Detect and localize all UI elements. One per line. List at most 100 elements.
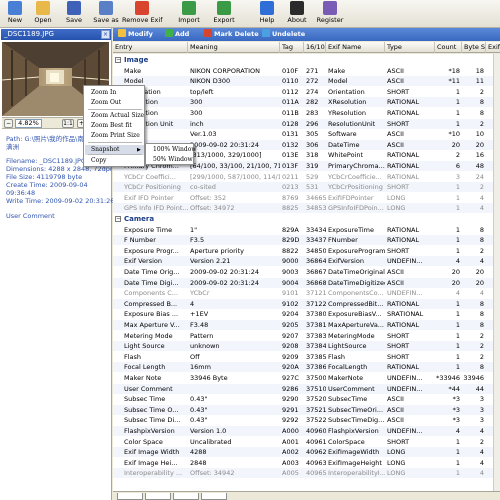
import-button[interactable]: Import — [176, 1, 202, 27]
table-row[interactable]: F Number F3.5 829D 33437 FNumber RATIONAL 1 8 — [113, 235, 500, 246]
bottom-tab-4[interactable] — [201, 493, 227, 500]
menu-item-zoom-print-size[interactable]: Zoom Print Size — [85, 131, 144, 141]
table-row[interactable]: Resolution Unit inch 0128 296 ResolutionUnit… — [113, 118, 500, 129]
table-row[interactable]: wareVer.1.030131305SoftwareASCII*1010 — [113, 129, 500, 139]
table-row[interactable]: GPS Info IFD Point... Offset: 34972 8825 34… — [113, 203, 500, 214]
about-button[interactable]: About — [285, 1, 309, 27]
bottom-tab-3[interactable] — [173, 493, 199, 500]
column-header-byte-si[interactable]: Byte Si... — [462, 42, 486, 53]
register-button[interactable]: Register — [313, 1, 347, 27]
bottom-tab-1[interactable] — [117, 493, 143, 500]
table-row[interactable]: Date Time Orig... 2009-09-02 20:31:24 9003… — [113, 267, 500, 277]
column-header-exif[interactable]: Exif ... — [486, 42, 500, 53]
table-row[interactable]: Date Time Digi... 2009-09-02 20:31:24 9004… — [113, 277, 500, 288]
open-label: Open — [34, 16, 52, 24]
cell-count: *3 — [452, 416, 460, 425]
column-header-exif-name[interactable]: Exif Name — [326, 42, 385, 53]
cell-entry: Exposure Bias ... — [124, 310, 179, 319]
bottom-tab-2[interactable] — [145, 493, 171, 500]
undelete-button[interactable]: Undelete — [262, 29, 305, 40]
cell-meaning: Offset: 34942 — [190, 469, 235, 478]
mark-delete-label: Mark Delete — [214, 30, 259, 38]
cell-bytes: 4 — [479, 427, 484, 435]
cell-tag: 9292 — [282, 416, 299, 425]
remove-exif-button[interactable]: Remove Exif — [122, 1, 163, 27]
column-header-entry[interactable]: Entry — [113, 42, 188, 53]
cell-tag: 011A — [282, 98, 299, 107]
modify-button[interactable]: Modify — [118, 29, 153, 40]
table-row[interactable]: Exif Image Hei... 2848 A003 40963 ExifImageH… — [113, 458, 500, 468]
table-row[interactable]: Exif IFD Pointer Offset: 352 8769 34665 Exif… — [113, 193, 500, 203]
add-button[interactable]: Add — [165, 29, 189, 40]
help-button[interactable]: Help — [254, 1, 280, 27]
table-row[interactable]: YCbCr Positioning co-sited 0213 531 YCbCrPos… — [113, 182, 500, 193]
table-row[interactable]: Exif Version Version 2.21 9000 36864 ExifVer… — [113, 256, 500, 267]
table-row[interactable]: Subsec Time 0.43" 9290 37520 SubsecTime ASCII… — [113, 394, 500, 404]
table-row[interactable]: Components C... YCbCr 9101 37121 ComponentsC… — [113, 288, 500, 298]
menu-item-zoom-best-fit[interactable]: Zoom Best fit — [85, 121, 144, 131]
cell-bytes: 2 — [479, 87, 484, 96]
table-row[interactable]: Resolution300011A282XResolutionRATIONAL1… — [113, 97, 500, 108]
table-row[interactable]: Color Space Uncalibrated A001 40961 ColorSpa… — [113, 437, 500, 447]
column-header-tag[interactable]: Tag — [280, 42, 304, 53]
cell-exif: DateTimeOriginal — [328, 268, 385, 276]
table-row[interactable]: Subsec Time O... 0.43" 9291 37521 SubsecTime… — [113, 404, 500, 415]
cell-tag: 920A — [282, 363, 299, 372]
table-row[interactable]: Model NIKON D300 0110 272 Model ASCII *11 11 — [113, 76, 500, 87]
menu-item-copy[interactable]: Copy — [85, 156, 144, 166]
column-header-type[interactable]: Type — [385, 42, 435, 53]
new-button[interactable]: New — [3, 1, 27, 27]
cell-meaning: 1" — [190, 225, 198, 234]
table-row[interactable]: User Comment 9286 37510 UserComment UNDEFIN.… — [113, 383, 500, 394]
table-row[interactable]: Max Aperture V... F3.48 9205 37381 MaxApertu… — [113, 320, 500, 330]
column-header-meaning[interactable]: Meaning — [188, 42, 280, 53]
table-row[interactable]: Exposure Time 1" 829A 33434 ExposureTime RATI… — [113, 225, 500, 235]
table-row[interactable]: Exposure Bias ... +1EV 9204 37380 ExposureBi… — [113, 309, 500, 319]
zoom-actual-button[interactable]: 1:1 — [62, 119, 74, 128]
zoom-level-field[interactable]: 4.82% — [15, 119, 42, 128]
table-row[interactable]: Subsec Time Di... 0.43" 9292 37522 SubsecTim… — [113, 415, 500, 425]
column-header-16-10[interactable]: 16/10 — [304, 42, 326, 53]
group-row-image[interactable]: − Image — [113, 55, 500, 65]
table-row[interactable]: Flash Off 9209 37385 Flash SHORT 1 2 — [113, 352, 500, 362]
collapse-toggle-icon[interactable]: − — [115, 57, 121, 63]
table-row[interactable]: YCbCr Coeffici... [299/1000, 587/1000, 11… — [113, 172, 500, 182]
table-row[interactable]: Resolution300011B283YResolutionRATIONAL1… — [113, 108, 500, 118]
table-row[interactable]: Light Source unknown 9208 37384 LightSource S… — [113, 341, 500, 352]
undelete-icon — [262, 29, 270, 37]
cell-tag: 0132 — [282, 140, 299, 149]
table-row[interactable]: Exif Image Width 4288 A002 40962 ExifImageWi… — [113, 447, 500, 458]
cell-meaning: 0.43" — [190, 405, 208, 414]
group-row-camera[interactable]: − Camera — [113, 214, 500, 224]
vertical-scrollbar[interactable] — [493, 54, 500, 491]
collapse-toggle-icon[interactable]: − — [115, 216, 121, 222]
table-row[interactable]: Focal Length 16mm 920A 37386 FocalLength RATI… — [113, 362, 500, 373]
table-row[interactable]: Exposure Progr... Aperture priority 8822 34… — [113, 246, 500, 256]
cell-dec: 37521 — [306, 405, 326, 414]
menu-item-zoom-in[interactable]: Zoom In — [85, 88, 144, 98]
table-row[interactable]: Maker Note 33946 Byte 927C 37500 MakerNote UN… — [113, 373, 500, 383]
export-button[interactable]: Export — [208, 1, 240, 27]
table-row[interactable]: FlashpixVersion Version 1.0 A000 40960 Flash… — [113, 426, 500, 436]
open-button[interactable]: Open — [31, 1, 55, 27]
close-icon[interactable]: × — [101, 30, 110, 39]
menu-item-zoom-out[interactable]: Zoom Out — [85, 98, 144, 108]
table-row[interactable]: Metering Mode Pattern 9207 37383 MeteringMod… — [113, 331, 500, 341]
submenu-item-50-window[interactable]: 50% Window — [147, 155, 193, 165]
register-label: Register — [316, 16, 344, 24]
table-row[interactable]: Interoperability ... Offset: 34942 A005 409… — [113, 468, 500, 479]
table-row[interactable]: Compressed B... 4 9102 37122 CompressedBit..… — [113, 298, 500, 309]
menu-item-zoom-actual-size[interactable]: Zoom Actual Size — [85, 111, 144, 121]
cell-type: SHORT — [387, 437, 410, 446]
cell-entry: Interoperability ... — [124, 469, 183, 478]
save-button[interactable]: Save — [62, 1, 86, 27]
mark-delete-button[interactable]: Mark Delete — [204, 29, 259, 40]
cell-exif: UserComment — [328, 384, 375, 393]
cell-dec: 271 — [306, 66, 319, 75]
table-row[interactable]: Orientationtop/left0112274OrientationSHO… — [113, 87, 500, 97]
table-row[interactable]: Make NIKON CORPORATION 010F 271 Make ASCII *18… — [113, 66, 500, 76]
column-header-count[interactable]: Count — [435, 42, 462, 53]
submenu-item-100-window[interactable]: 100% Window — [147, 145, 197, 155]
zoom-out-button[interactable]: − — [4, 119, 13, 128]
save-as-button[interactable]: Save as — [91, 1, 121, 27]
